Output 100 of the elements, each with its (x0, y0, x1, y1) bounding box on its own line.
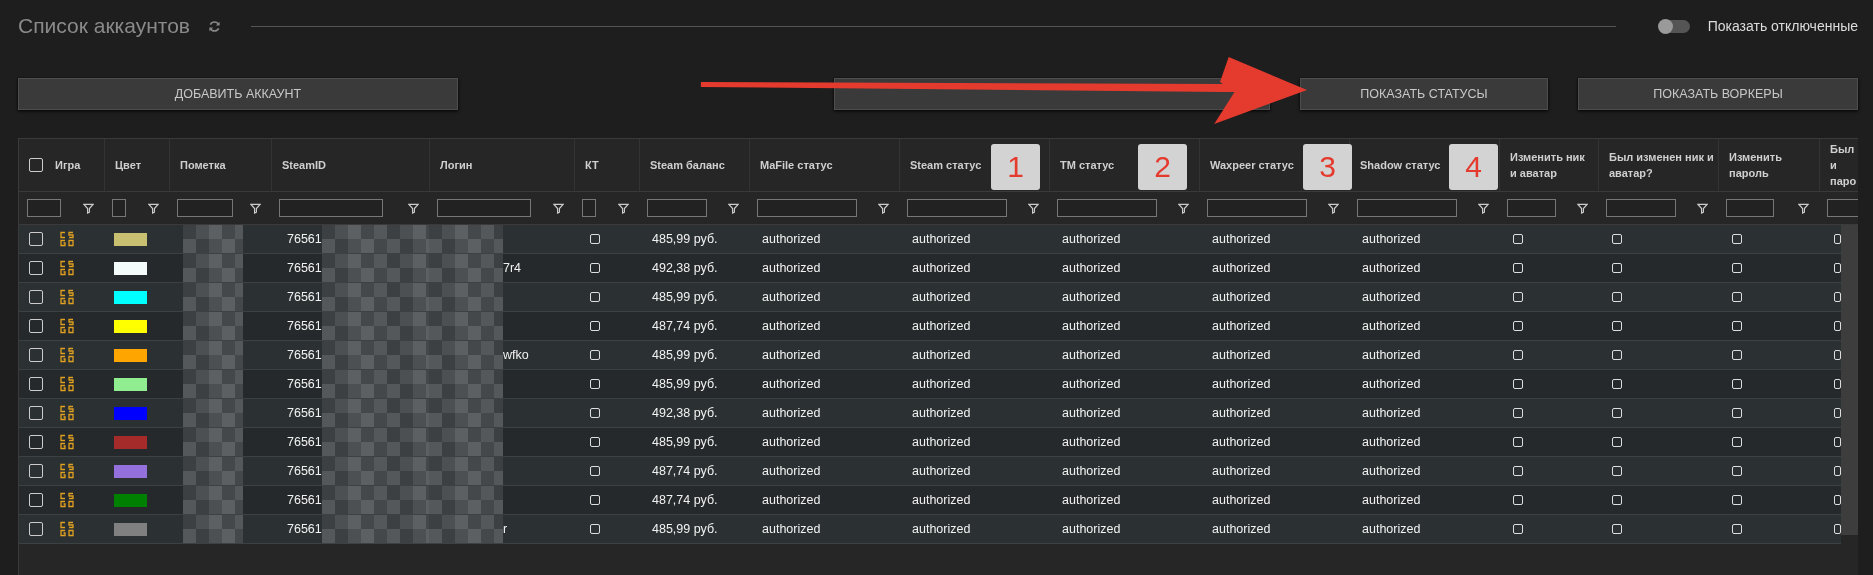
column-header[interactable]: Был и паро (1830, 141, 1857, 189)
kt-checkbox[interactable] (590, 321, 600, 331)
filter-icon[interactable] (618, 202, 629, 214)
filter-icon[interactable] (878, 202, 889, 214)
filter-field[interactable] (582, 199, 596, 217)
row-flag-checkbox[interactable] (1513, 234, 1523, 244)
row-flag-checkbox[interactable] (1513, 321, 1523, 331)
kt-checkbox[interactable] (590, 524, 600, 534)
filter-field[interactable] (27, 199, 61, 217)
row-checkbox[interactable] (29, 290, 43, 304)
filter-field[interactable] (1726, 199, 1774, 217)
row-flag-checkbox[interactable] (1513, 379, 1523, 389)
action-button[interactable]: ДОБАВИТЬ АККАУНТ (18, 78, 458, 110)
filter-icon[interactable] (553, 202, 564, 214)
refresh-icon[interactable] (208, 19, 221, 33)
row-flag-checkbox[interactable] (1513, 263, 1523, 273)
row-flag-checkbox[interactable] (1612, 524, 1622, 534)
filter-icon[interactable] (83, 202, 94, 214)
row-checkbox[interactable] (29, 522, 43, 536)
column-header[interactable]: КТ (585, 157, 599, 173)
row-checkbox[interactable] (29, 232, 43, 246)
action-button[interactable]: ПОКАЗАТЬ СТАТУСЫ (1300, 78, 1548, 110)
column-header[interactable]: Изменить пароль (1729, 149, 1815, 181)
row-flag-checkbox[interactable] (1612, 408, 1622, 418)
row-flag-checkbox[interactable] (1732, 292, 1742, 302)
filter-icon[interactable] (148, 202, 159, 214)
row-flag-checkbox[interactable] (1612, 495, 1622, 505)
row-flag-checkbox[interactable] (1732, 321, 1742, 331)
filter-icon[interactable] (1028, 202, 1039, 214)
filter-field[interactable] (1827, 199, 1858, 217)
row-flag-checkbox[interactable] (1612, 263, 1622, 273)
filter-field[interactable] (1207, 199, 1307, 217)
row-flag-checkbox[interactable] (1612, 234, 1622, 244)
filter-field[interactable] (177, 199, 233, 217)
column-header[interactable]: Логин (440, 157, 473, 173)
filter-field[interactable] (112, 199, 126, 217)
row-flag-checkbox[interactable] (1732, 234, 1742, 244)
filter-icon[interactable] (1328, 202, 1339, 214)
filter-field[interactable] (279, 199, 383, 217)
row-flag-checkbox[interactable] (1513, 408, 1523, 418)
column-header[interactable]: Steam статус (910, 157, 982, 173)
column-header[interactable]: Steam баланс (650, 157, 725, 173)
column-header[interactable]: Shadow статус (1360, 157, 1441, 173)
filter-icon[interactable] (1478, 202, 1489, 214)
column-header[interactable]: SteamID (282, 157, 327, 173)
row-flag-checkbox[interactable] (1732, 408, 1742, 418)
row-flag-checkbox[interactable] (1612, 437, 1622, 447)
filter-field[interactable] (1057, 199, 1157, 217)
row-flag-checkbox[interactable] (1513, 495, 1523, 505)
kt-checkbox[interactable] (590, 263, 600, 273)
column-header[interactable]: Пометка (180, 157, 226, 173)
filter-icon[interactable] (408, 202, 419, 214)
filter-field[interactable] (1507, 199, 1556, 217)
column-header[interactable]: Waxpeer статус (1210, 157, 1294, 173)
filter-icon[interactable] (1697, 202, 1708, 214)
filter-field[interactable] (647, 199, 707, 217)
kt-checkbox[interactable] (590, 292, 600, 302)
column-header[interactable]: Изменить ник и аватар (1510, 149, 1594, 181)
kt-checkbox[interactable] (590, 408, 600, 418)
kt-checkbox[interactable] (590, 437, 600, 447)
filter-field[interactable] (907, 199, 1007, 217)
filter-icon[interactable] (250, 202, 261, 214)
kt-checkbox[interactable] (590, 350, 600, 360)
row-flag-checkbox[interactable] (1612, 350, 1622, 360)
column-header[interactable]: Цвет (115, 157, 141, 173)
column-header[interactable]: Был изменен ник и аватар? (1609, 149, 1714, 181)
row-checkbox[interactable] (29, 319, 43, 333)
row-flag-checkbox[interactable] (1513, 292, 1523, 302)
action-button[interactable]: ПОКАЗАТЬ ВОРКЕРЫ (1578, 78, 1858, 110)
row-checkbox[interactable] (29, 348, 43, 362)
row-checkbox[interactable] (29, 406, 43, 420)
row-checkbox[interactable] (29, 435, 43, 449)
filter-icon[interactable] (1577, 202, 1588, 214)
column-header[interactable]: TM статус (1060, 157, 1115, 173)
row-flag-checkbox[interactable] (1732, 379, 1742, 389)
filter-field[interactable] (757, 199, 857, 217)
column-header[interactable]: MaFile статус (760, 157, 833, 173)
row-flag-checkbox[interactable] (1732, 263, 1742, 273)
row-flag-checkbox[interactable] (1732, 466, 1742, 476)
kt-checkbox[interactable] (590, 466, 600, 476)
row-checkbox[interactable] (29, 377, 43, 391)
row-flag-checkbox[interactable] (1612, 292, 1622, 302)
filter-field[interactable] (1606, 199, 1676, 217)
row-flag-checkbox[interactable] (1732, 437, 1742, 447)
row-flag-checkbox[interactable] (1612, 321, 1622, 331)
filter-field[interactable] (437, 199, 531, 217)
row-flag-checkbox[interactable] (1513, 524, 1523, 534)
row-flag-checkbox[interactable] (1612, 379, 1622, 389)
kt-checkbox[interactable] (590, 495, 600, 505)
toggle-switch[interactable] (1659, 19, 1690, 33)
row-checkbox[interactable] (29, 261, 43, 275)
row-flag-checkbox[interactable] (1732, 524, 1742, 534)
filter-icon[interactable] (1798, 202, 1809, 214)
kt-checkbox[interactable] (590, 234, 600, 244)
kt-checkbox[interactable] (590, 379, 600, 389)
select-all-checkbox[interactable] (29, 158, 43, 172)
filter-icon[interactable] (728, 202, 739, 214)
row-checkbox[interactable] (29, 493, 43, 507)
row-flag-checkbox[interactable] (1513, 437, 1523, 447)
scrollbar[interactable] (1841, 225, 1858, 535)
